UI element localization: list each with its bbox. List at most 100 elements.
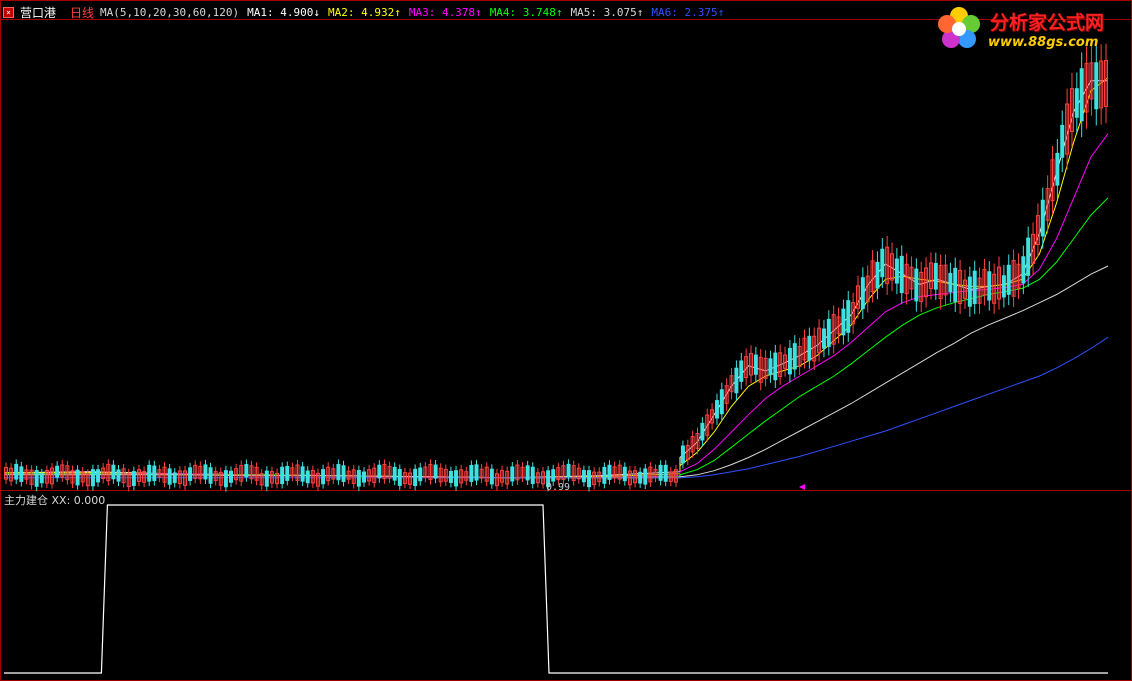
candle-body bbox=[663, 464, 668, 482]
candle-body bbox=[203, 464, 208, 480]
candle-body bbox=[899, 255, 904, 294]
candle-body bbox=[172, 472, 177, 484]
candle-body bbox=[525, 465, 530, 481]
candle-body bbox=[622, 466, 627, 482]
candle-body bbox=[264, 470, 269, 487]
candle-body bbox=[341, 465, 346, 482]
candle-body bbox=[90, 469, 95, 487]
outer-border bbox=[0, 0, 1132, 681]
candle-body bbox=[821, 328, 826, 349]
ma-line-6 bbox=[4, 336, 1109, 479]
chart-header: × 营口港 日线 MA(5,10,20,30,60,120) MA1: 4.90… bbox=[0, 4, 732, 20]
candle-body bbox=[474, 464, 479, 481]
site-logo: 分析家公式网 www.88gs.com bbox=[932, 2, 1128, 54]
candle-body bbox=[19, 466, 24, 482]
candle-body bbox=[469, 464, 474, 482]
candle-body bbox=[826, 318, 831, 347]
candle-body bbox=[300, 466, 305, 482]
candle-body bbox=[131, 471, 136, 486]
candle-body bbox=[739, 360, 744, 382]
candle-body bbox=[1006, 264, 1011, 295]
candle-body bbox=[987, 271, 992, 301]
candle-body bbox=[1060, 124, 1065, 158]
candle-body bbox=[188, 467, 193, 481]
candle-body bbox=[894, 258, 899, 284]
candle-body bbox=[658, 464, 663, 481]
candle-body bbox=[55, 465, 60, 478]
chart-window[interactable] bbox=[0, 0, 1132, 681]
candle-body bbox=[875, 261, 880, 289]
candle-body bbox=[1094, 62, 1099, 110]
candle-body bbox=[1040, 199, 1045, 237]
candle-body bbox=[152, 465, 157, 482]
logo-url: www.88gs.com bbox=[988, 35, 1099, 50]
ma2-value: MA2: 4.932↑ bbox=[327, 5, 401, 19]
candle-body bbox=[1026, 237, 1031, 276]
candle-body bbox=[280, 466, 285, 485]
candle-body bbox=[223, 470, 228, 488]
price-low-label: 0.99 bbox=[546, 482, 571, 493]
candle-body bbox=[356, 470, 361, 487]
candle-body bbox=[714, 400, 719, 419]
candle-body bbox=[1021, 256, 1026, 284]
indicator-xx-line bbox=[4, 504, 1108, 674]
candle-body bbox=[433, 464, 438, 479]
candle-body bbox=[880, 248, 885, 278]
candle-body bbox=[75, 469, 80, 486]
candle-body bbox=[111, 464, 116, 480]
candle-body bbox=[413, 468, 418, 487]
current-marker-icon bbox=[799, 484, 805, 490]
candle-body bbox=[587, 470, 592, 488]
ma4-value: MA4: 3.748↑ bbox=[489, 5, 563, 19]
candle-body bbox=[116, 469, 121, 482]
candle-body bbox=[914, 268, 919, 302]
candle-body bbox=[753, 354, 758, 375]
candle-body bbox=[336, 464, 341, 481]
candle-body bbox=[841, 308, 846, 336]
candle-body bbox=[39, 473, 44, 484]
stock-name[interactable]: 营口港 bbox=[20, 4, 56, 21]
candle-body bbox=[392, 466, 397, 481]
candle-body bbox=[305, 470, 310, 484]
flower-logo-icon bbox=[938, 7, 980, 48]
candle-body bbox=[1055, 152, 1060, 186]
candle-body bbox=[361, 471, 366, 483]
candle-body bbox=[397, 468, 402, 486]
candle-body bbox=[807, 335, 812, 361]
candle-body bbox=[566, 463, 571, 477]
candle-body bbox=[1079, 68, 1084, 122]
candle-body bbox=[719, 389, 724, 415]
indicator-header: 主力建仓 XX: 0.000 bbox=[4, 494, 106, 507]
candle-body bbox=[321, 469, 326, 485]
candle-body bbox=[530, 466, 535, 484]
candle-body bbox=[972, 270, 977, 305]
candle-body bbox=[953, 267, 958, 302]
candle-body bbox=[643, 468, 648, 485]
candle-body bbox=[787, 347, 792, 375]
period-label[interactable]: 日线 bbox=[70, 4, 94, 21]
candle-body bbox=[551, 469, 556, 482]
candle-body bbox=[208, 467, 213, 484]
ma-params: MA(5,10,20,30,60,120) bbox=[100, 5, 240, 19]
candle-body bbox=[638, 471, 643, 484]
close-icon[interactable]: × bbox=[3, 6, 14, 18]
ma1-value: MA1: 4.900↓ bbox=[247, 5, 320, 19]
candle-body bbox=[454, 470, 459, 487]
ma3-value: MA3: 4.378↑ bbox=[408, 5, 482, 19]
candle-body bbox=[418, 467, 423, 482]
candle-body bbox=[448, 470, 453, 483]
candle-body bbox=[377, 464, 382, 479]
ma-line-4 bbox=[4, 197, 1109, 479]
candle-body bbox=[510, 466, 515, 482]
candle-body bbox=[96, 469, 101, 483]
candle-body bbox=[581, 469, 586, 483]
candle-body bbox=[607, 464, 612, 480]
ma6-value: MA6: 2.375↑ bbox=[651, 5, 725, 19]
candle-body bbox=[948, 272, 953, 293]
candle-body bbox=[933, 263, 938, 290]
logo-title: 分析家公式网 bbox=[990, 12, 1105, 34]
candle-body bbox=[680, 445, 685, 464]
chart-canvas[interactable] bbox=[0, 0, 1132, 681]
candle-body bbox=[147, 464, 152, 482]
candle-body bbox=[14, 463, 19, 480]
